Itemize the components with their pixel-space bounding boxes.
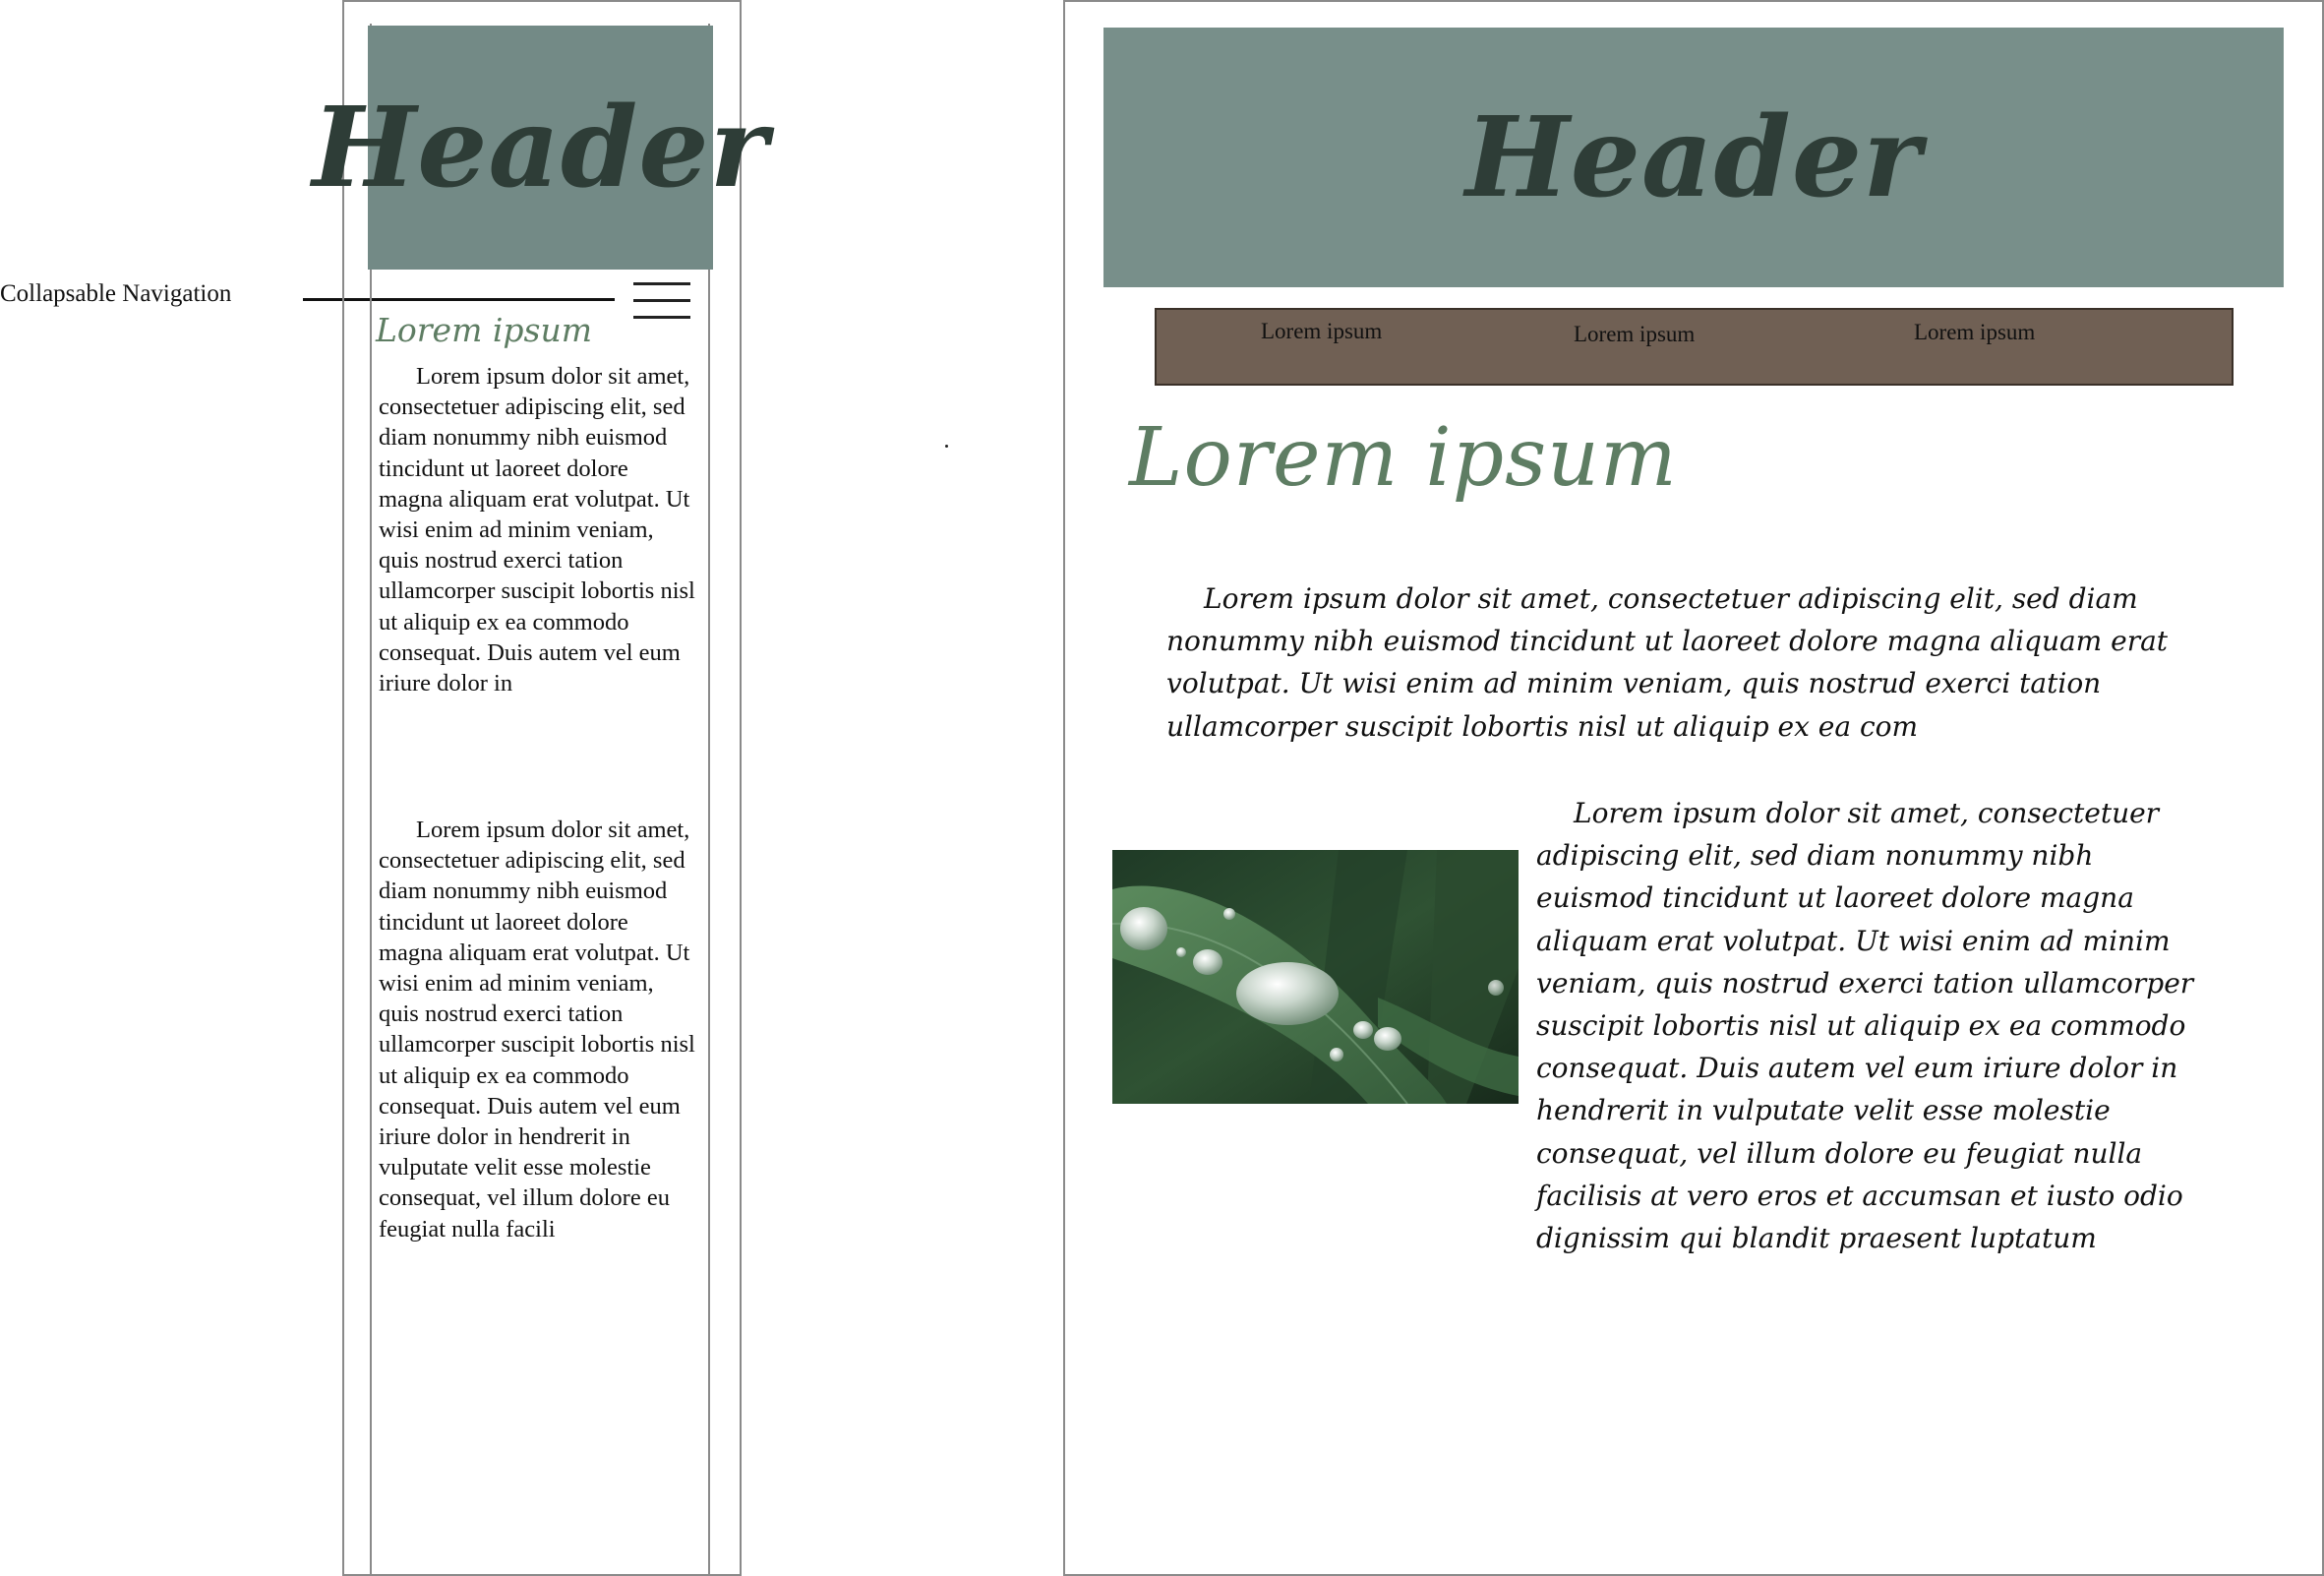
mobile-paragraph-1: Lorem ipsum dolor sit amet, consectetuer… xyxy=(379,363,695,697)
mobile-paragraph-2: Lorem ipsum dolor sit amet, consectetuer… xyxy=(379,817,695,1243)
nav-item-2[interactable]: Lorem ipsum xyxy=(1574,322,1695,347)
annotation-label: Collapsable Navigation xyxy=(0,280,232,307)
mobile-header: Header xyxy=(312,26,768,270)
mobile-page-title: Lorem ipsum xyxy=(376,311,593,349)
stray-dot xyxy=(945,445,948,448)
desktop-page-title: Lorem ipsum xyxy=(1129,411,1678,505)
nav-item-3[interactable]: Lorem ipsum xyxy=(1914,320,2035,345)
nav-item-1[interactable]: Lorem ipsum xyxy=(1261,319,1382,344)
desktop-paragraph-1: Lorem ipsum dolor sit amet, consectetuer… xyxy=(1166,582,2169,743)
desktop-paragraph-2: Lorem ipsum dolor sit amet, consectetuer… xyxy=(1536,797,2194,1255)
desktop-header: Header xyxy=(1103,28,2284,287)
desktop-nav-bar: Lorem ipsum Lorem ipsum Lorem ipsum xyxy=(1155,308,2234,386)
hamburger-menu-icon[interactable] xyxy=(633,279,690,321)
desktop-header-title: Header xyxy=(1464,92,1923,222)
leaf-water-droplets-photo xyxy=(1112,850,1519,1104)
mobile-header-title: Header xyxy=(312,83,769,212)
